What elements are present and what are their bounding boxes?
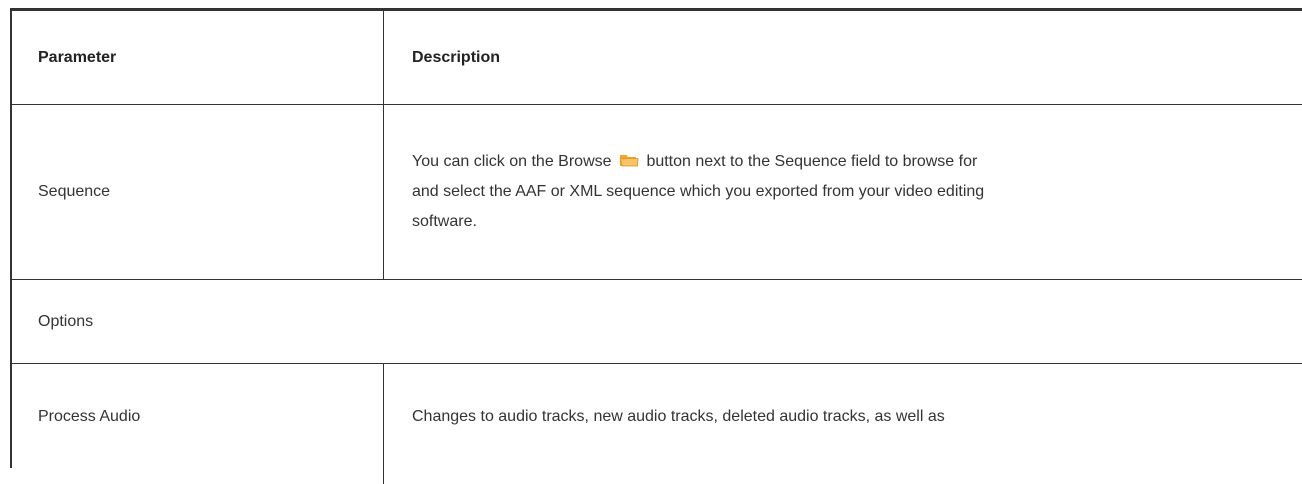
description-line: You can click on the Browse button next … — [412, 147, 984, 177]
parameter-name: Sequence — [38, 183, 111, 200]
table-header-description: Description — [384, 11, 1302, 104]
parameter-cell: Process Audio — [12, 364, 384, 484]
table-header-parameter: Parameter — [12, 11, 384, 104]
parameters-table: Parameter Description Sequence You can c… — [10, 8, 1302, 484]
header-description-label: Description — [412, 48, 501, 66]
description-fragment: button next to the Sequence field to bro… — [646, 153, 978, 170]
description-cell: You can click on the Browse button next … — [384, 105, 1302, 279]
folder-icon — [619, 155, 639, 167]
table-row: Process Audio Changes to audio tracks, n… — [12, 364, 1302, 484]
section-cell: Options — [12, 280, 1302, 363]
header-parameter-label: Parameter — [38, 48, 117, 66]
section-title: Options — [38, 312, 94, 330]
description-fragment: You can click on the Browse — [412, 153, 612, 170]
description-text: Changes to audio tracks, new audio track… — [412, 408, 945, 425]
table-header-row: Parameter Description — [12, 11, 1302, 105]
description-text: You can click on the Browse button next … — [412, 147, 984, 237]
description-line: software. — [412, 213, 477, 230]
table-row: Sequence You can click on the Browse but… — [12, 105, 1302, 280]
description-line: and select the AAF or XML sequence which… — [412, 183, 985, 200]
section-row: Options — [12, 280, 1302, 364]
parameter-cell: Sequence — [12, 105, 384, 279]
description-cell: Changes to audio tracks, new audio track… — [384, 364, 1302, 484]
parameter-name: Process Audio — [38, 408, 141, 425]
